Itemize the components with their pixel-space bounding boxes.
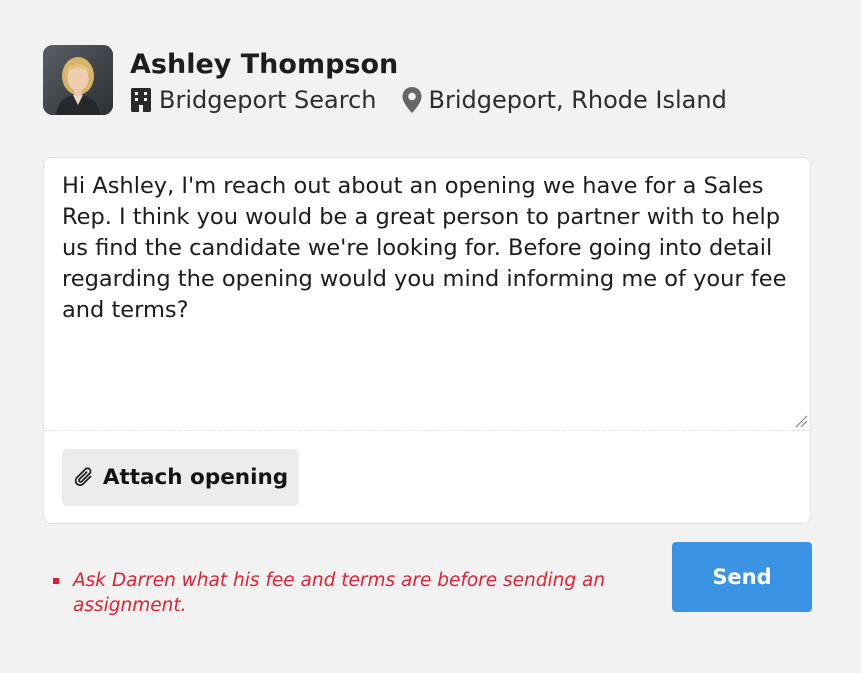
- contact-identity: Ashley Thompson Bridgeport Search Bridge…: [130, 45, 727, 117]
- contact-meta: Bridgeport Search Bridgeport, Rhode Isla…: [130, 83, 727, 117]
- send-button-label: Send: [712, 565, 772, 589]
- contact-location: Bridgeport, Rhode Island: [428, 86, 727, 114]
- avatar: [43, 45, 113, 115]
- message-composer: Hi Ashley, I'm reach out about an openin…: [43, 157, 811, 524]
- send-button[interactable]: Send: [672, 542, 812, 612]
- contact-name: Ashley Thompson: [130, 49, 399, 80]
- divider: [44, 430, 810, 431]
- note-bullet-icon: [53, 578, 59, 584]
- reminder-note: Ask Darren what his fee and terms are be…: [53, 568, 633, 618]
- reminder-note-text: Ask Darren what his fee and terms are be…: [73, 570, 606, 616]
- contact-header: Ashley Thompson Bridgeport Search Bridge…: [43, 45, 727, 117]
- contact-company: Bridgeport Search: [159, 86, 377, 114]
- attach-opening-label: Attach opening: [102, 465, 289, 490]
- attach-opening-button[interactable]: Attach opening: [62, 449, 299, 506]
- map-pin-icon: [401, 86, 423, 114]
- paperclip-icon: [73, 466, 97, 490]
- avatar-portrait: [43, 45, 113, 115]
- message-textarea[interactable]: Hi Ashley, I'm reach out about an openin…: [44, 158, 810, 430]
- resize-grip-icon[interactable]: [795, 413, 808, 428]
- building-icon: [130, 87, 152, 113]
